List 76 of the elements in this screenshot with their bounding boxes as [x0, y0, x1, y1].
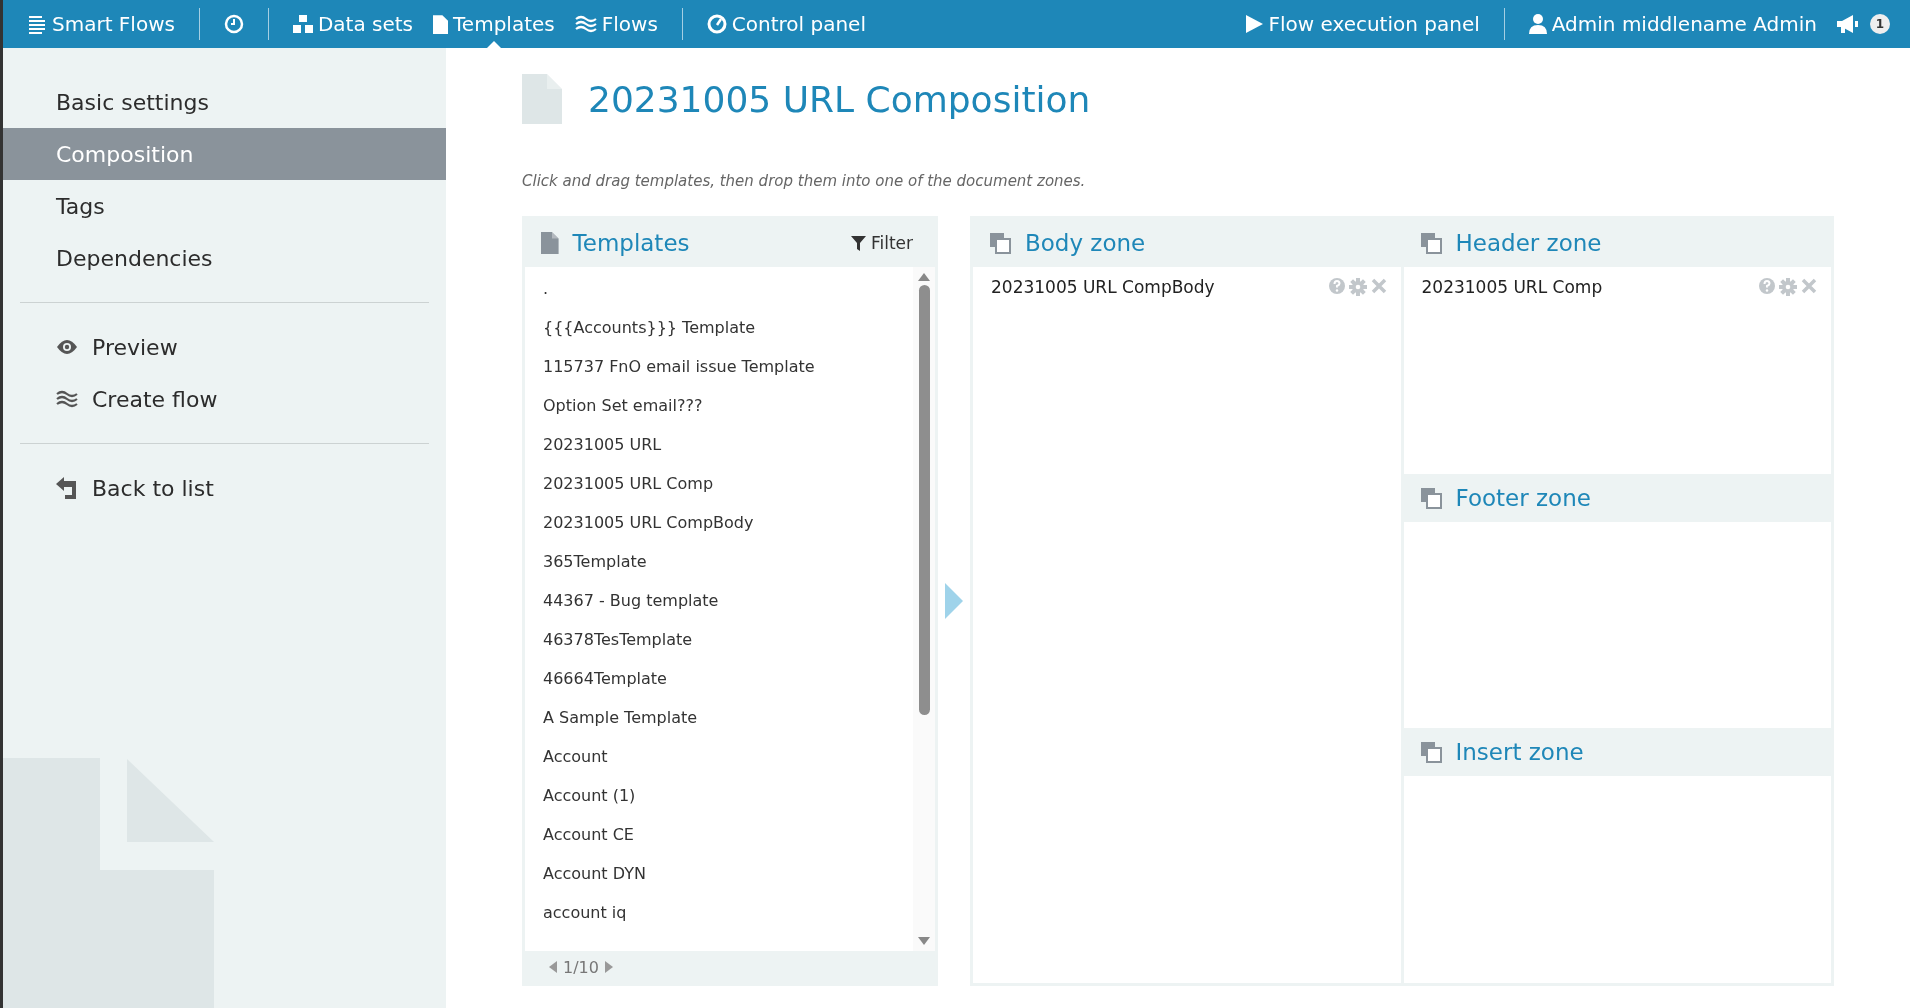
sitemap-icon [292, 15, 313, 33]
template-item[interactable]: 20231005 URL [525, 425, 913, 464]
document-icon [522, 74, 562, 124]
waves-icon [574, 15, 597, 33]
arrow-icon [945, 583, 963, 619]
sidebar-item[interactable]: Create flow [3, 373, 446, 425]
filter-icon [850, 235, 866, 251]
template-item[interactable]: 365Template [525, 542, 913, 581]
eye-icon [56, 339, 78, 355]
scroll-up-icon[interactable] [918, 273, 930, 281]
template-item[interactable]: 20231005 URL CompBody [525, 503, 913, 542]
copy-icon [1419, 232, 1442, 254]
copy-icon [1419, 486, 1442, 509]
scroll-down-icon[interactable] [918, 937, 930, 945]
template-item[interactable]: 44367 - Bug template [525, 581, 913, 620]
sidebar-item[interactable]: Dependencies [3, 232, 446, 284]
user-icon [1528, 14, 1547, 34]
nav-tab[interactable]: Data sets [282, 0, 424, 48]
brand-link[interactable]: Smart Flows [17, 0, 185, 48]
next-page-icon[interactable] [604, 961, 613, 973]
play-icon [1246, 15, 1264, 33]
template-item[interactable]: 46378TesTemplate [525, 620, 913, 659]
gauge-icon [706, 14, 727, 34]
megaphone-icon [1837, 15, 1859, 33]
template-item[interactable]: Account DYN [525, 854, 913, 893]
sidebar-item[interactable]: Tags [3, 180, 446, 232]
zone-title: Header zone [1455, 230, 1602, 256]
nav-tab[interactable]: Templates [423, 0, 565, 48]
user-menu[interactable]: Admin middlename Admin [1518, 0, 1827, 48]
previous-page-icon[interactable] [549, 961, 557, 973]
template-item[interactable]: 115737 FnO email issue Template [525, 347, 913, 386]
waves-icon [56, 389, 78, 409]
zone-title: Footer zone [1455, 484, 1591, 511]
template-item[interactable]: A Sample Template [525, 698, 913, 737]
zone-template-name: 20231005 URL CompBody [991, 277, 1215, 297]
help-icon[interactable] [1759, 278, 1775, 296]
notification-count: 1 [1870, 14, 1890, 34]
copy-icon [1419, 741, 1442, 764]
template-item[interactable]: 46664Template [525, 659, 913, 698]
page-indicator: 1/10 [563, 957, 599, 977]
zone-title: Body zone [1025, 230, 1146, 256]
nav-link[interactable]: Flow execution panel [1236, 0, 1490, 48]
drop-zone[interactable]: 20231005 URL CompBody [973, 267, 1401, 983]
sidebar-item[interactable]: Preview [3, 321, 446, 373]
sidebar-item[interactable]: Basic settings [3, 76, 446, 128]
template-item[interactable]: account iq [525, 893, 913, 932]
template-item[interactable]: Account [525, 737, 913, 776]
settings-icon[interactable] [1348, 278, 1367, 296]
template-item[interactable]: 20231005 URL Comp [525, 464, 913, 503]
template-item[interactable]: Option Set email??? [525, 386, 913, 425]
zone-title: Insert zone [1455, 739, 1584, 766]
nav-tab[interactable]: Flows [564, 0, 668, 48]
instruction-text: Click and drag templates, then drop them into one of the document zones. [522, 172, 1087, 190]
settings-icon[interactable] [1779, 278, 1797, 296]
template-item[interactable]: Account (1) [525, 776, 913, 815]
help-icon[interactable] [1328, 278, 1345, 296]
template-item[interactable]: Account CE [525, 815, 913, 854]
document-icon [433, 14, 449, 34]
back-arrow-icon [56, 477, 78, 499]
sidebar-item[interactable]: Back to list [3, 462, 446, 514]
stack-icon [27, 14, 47, 34]
nav-tab[interactable]: Control panel [696, 0, 876, 48]
close-icon[interactable] [1801, 278, 1817, 296]
scrollbar[interactable] [913, 267, 935, 951]
template-item[interactable]: . [525, 269, 913, 308]
clock-icon [223, 14, 244, 34]
notifications-button[interactable]: 1 [1827, 0, 1900, 48]
close-icon[interactable] [1370, 278, 1387, 296]
document-icon [541, 232, 559, 254]
template-item[interactable]: {{{Accounts}}} Template [525, 308, 913, 347]
copy-icon [989, 232, 1011, 254]
page-title: 20231005 URL Composition [588, 78, 1091, 120]
zone-template-name: 20231005 URL Comp [1421, 277, 1603, 297]
panel-title: Templates [572, 230, 690, 256]
drop-zone[interactable]: 20231005 URL Comp [1403, 267, 1831, 474]
filter-button[interactable]: Filter [844, 232, 919, 254]
